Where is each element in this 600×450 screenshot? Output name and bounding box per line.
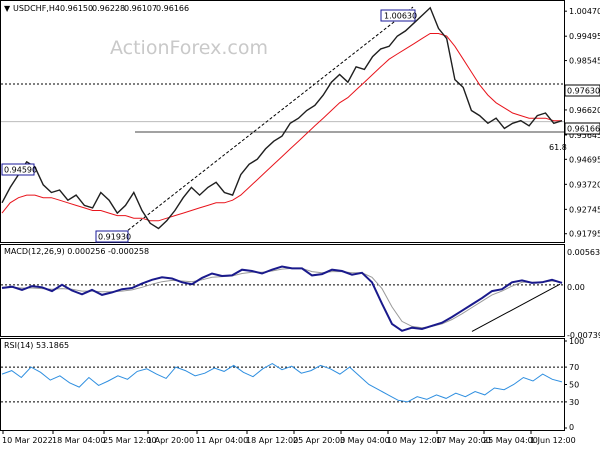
prior-high-label-box: 0.94590 xyxy=(1,163,37,176)
x-tick-label: 1 Jun 12:00 xyxy=(530,436,576,445)
x-tick-label: 10 Mar 2022 xyxy=(2,436,53,445)
high-label: 1.00630 xyxy=(384,12,417,21)
watermark: ActionForex.com xyxy=(110,37,268,59)
usdchf-chart: ▼ USDCHF,H4 0.96150 0.96228 0.96107 0.96… xyxy=(0,0,600,445)
low-label: 0.91930 xyxy=(98,233,131,242)
resistance-price: 0.97630 xyxy=(567,87,600,96)
price-tick-label: 0.94695 xyxy=(569,155,600,164)
resistance-price-box: 0.97630 xyxy=(564,84,600,97)
x-tick-label: 3 May 04:00 xyxy=(340,436,390,445)
price-tick-label: 0.92745 xyxy=(569,205,600,214)
macd-label: MACD(12,26,9) 0.000256 -0.000258 xyxy=(4,247,149,256)
header-triangle-icon: ▼ xyxy=(4,4,11,13)
rsi-tick-label: 100 xyxy=(569,337,584,346)
rsi-tick-label: 70 xyxy=(569,363,579,372)
current-price: 0.96166 xyxy=(567,125,600,134)
rsi-label: RSI(14) 53.1865 xyxy=(4,341,69,350)
x-tick-label: 11 Apr 04:00 xyxy=(196,436,248,445)
header-open: 0.96150 xyxy=(60,4,93,13)
macd-panel-frame xyxy=(0,244,565,337)
rsi-tick-label: 30 xyxy=(569,398,579,407)
header-symbol: USDCHF,H4 xyxy=(13,4,60,13)
low-label-box: 0.91930 xyxy=(95,230,131,243)
price-tick-label: 0.91795 xyxy=(569,230,600,239)
price-tick-label: 0.93720 xyxy=(569,180,600,189)
macd-tick-top: 0.005632 xyxy=(567,248,600,257)
price-tick-label: 0.99495 xyxy=(569,32,600,41)
rsi-tick-label: 0 xyxy=(569,423,574,432)
x-tick-label: 1 Apr 20:00 xyxy=(147,436,194,445)
x-tick-label: 25 Apr 20:00 xyxy=(293,436,345,445)
price-tick-label: 0.98545 xyxy=(569,57,600,66)
current-price-box: 0.96166 xyxy=(564,122,600,135)
x-tick-label: 10 May 12:00 xyxy=(387,436,442,445)
header-low: 0.96107 xyxy=(124,4,157,13)
header-close: 0.96166 xyxy=(156,4,189,13)
macd-tick-zero: 0.00 xyxy=(567,283,585,292)
price-tick-label: 1.00470 xyxy=(569,7,600,16)
header-high: 0.96228 xyxy=(92,4,125,13)
rsi-panel-frame xyxy=(0,338,565,431)
rsi-tick-label: 50 xyxy=(569,381,579,390)
x-tick-label: 18 Mar 04:00 xyxy=(52,436,105,445)
fib-label: 61.8 xyxy=(549,143,567,152)
high-label-box: 1.00630 xyxy=(380,9,417,22)
price-tick-label: 0.96620 xyxy=(569,106,600,115)
prior-high-label: 0.94590 xyxy=(4,166,37,175)
x-tick-label: 18 Apr 12:00 xyxy=(246,436,298,445)
